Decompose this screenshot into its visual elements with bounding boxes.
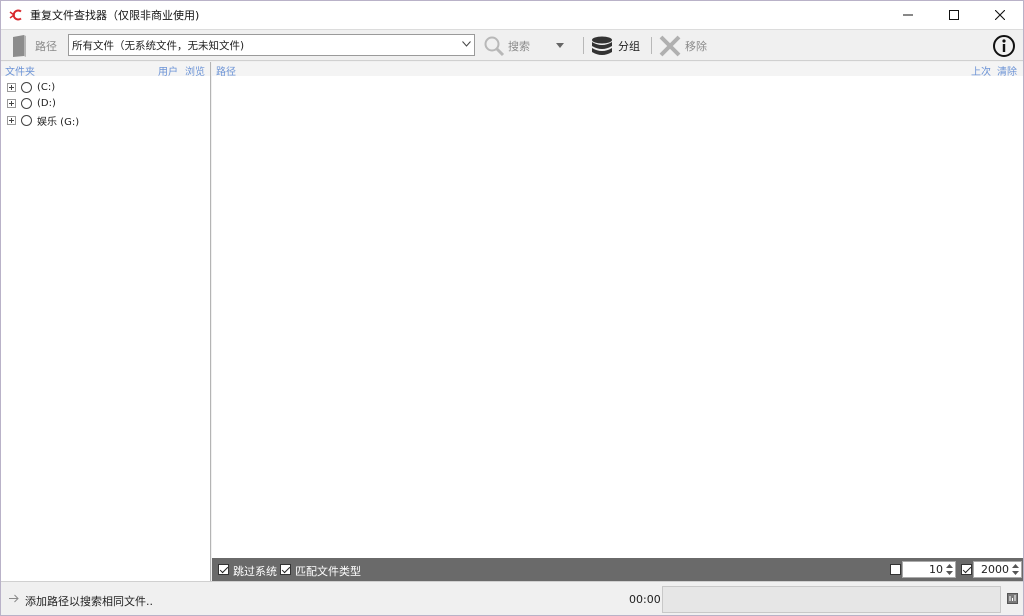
paths-heading: 路径 [216,67,236,78]
spin-arrows-icon[interactable] [945,563,954,576]
drive-select-radio[interactable] [21,97,32,109]
arrow-right-icon [9,594,19,603]
search-options-dropdown[interactable] [556,30,564,61]
expand-icon[interactable] [7,98,16,108]
elapsed-time: 00:00 [629,593,661,606]
expand-icon[interactable] [7,82,16,92]
match-type-label: 匹配文件类型 [295,565,361,578]
progress-bar [662,586,1001,613]
minimize-icon [903,14,913,16]
group-button[interactable]: 分组 [591,30,640,61]
dropdown-arrow-icon [556,43,564,48]
maximize-icon [949,10,959,20]
book-icon [13,34,26,57]
skip-system-checkbox[interactable] [218,564,229,575]
skip-system-label: 跳过系统 [233,565,277,578]
title-bar: 重复文件查找器（仅限非商业使用) [1,1,1023,29]
remove-button[interactable]: 移除 [658,30,707,61]
status-message: 添加路径以搜索相同文件.. [25,595,153,608]
drive-select-radio[interactable] [21,81,32,93]
group-button-label: 分组 [618,39,640,53]
path-button[interactable]: 路径 [11,30,57,61]
info-icon [993,34,1015,57]
search-button-label: 搜索 [508,39,530,53]
search-icon [484,36,505,56]
spin-arrows-icon[interactable] [1011,563,1020,576]
clear-link[interactable]: 清除 [997,63,1017,78]
drive-row-d[interactable]: (D:) [7,95,56,111]
drive-row-g[interactable]: 娱乐 (G:) [7,112,79,128]
search-options-bar: 跳过系统 匹配文件类型 10 2000 [212,558,1023,581]
app-window: 重复文件查找器（仅限非商业使用) 路径 所有文件（无系统文件，无未知文件) 搜索… [0,0,1024,616]
limit-max-checkbox[interactable] [961,564,972,575]
about-button[interactable] [992,30,1016,61]
delete-x-icon [659,35,681,56]
folders-heading: 文件夹 [5,67,35,78]
drive-row-c[interactable]: (C:) [7,79,55,95]
drive-select-radio[interactable] [21,114,32,126]
user-link[interactable]: 用户 [158,63,178,78]
drive-label: (C:) [37,81,56,93]
window-title: 重复文件查找器（仅限非商业使用) [30,9,200,22]
browse-link[interactable]: 浏览 [185,63,205,78]
close-icon [995,10,1005,20]
remove-button-label: 移除 [685,39,707,53]
toolbar-separator [651,37,652,54]
limit-max-stepper[interactable]: 2000 [973,561,1022,578]
file-filter-dropdown[interactable]: 所有文件（无系统文件，无未知文件) [68,34,475,56]
limit-min-value: 10 [929,563,943,576]
expand-icon[interactable] [7,115,16,125]
path-list-pane: 路径 上次 清除 [212,62,1023,558]
limit-min-checkbox[interactable] [890,564,901,575]
drive-label: 娱乐 (G:) [37,116,80,128]
minimize-button[interactable] [885,1,931,29]
app-logo-icon [9,7,25,23]
search-button[interactable]: 搜索 [483,30,530,61]
path-button-label: 路径 [35,39,57,53]
toolbar-separator [583,37,584,54]
path-list-header: 路径 上次 清除 [212,62,1023,78]
folder-tree-header: 文件夹 用户 浏览 [1,62,210,78]
drive-label: (D:) [37,97,56,109]
previous-link[interactable]: 上次 [971,63,991,78]
limit-max-value: 2000 [981,563,1009,576]
database-icon [592,36,612,55]
maximize-button[interactable] [931,1,977,29]
limit-min-stepper[interactable]: 10 [902,561,956,578]
match-type-checkbox[interactable] [280,564,291,575]
log-panel-icon[interactable] [1007,593,1018,604]
chevron-down-icon [462,41,471,47]
folder-tree-pane: 文件夹 用户 浏览 (C:) (D:) 娱乐 (G:) [1,62,211,581]
close-button[interactable] [977,1,1023,29]
status-bar: 添加路径以搜索相同文件.. 00:00 [1,581,1023,615]
toolbar: 路径 所有文件（无系统文件，无未知文件) 搜索 分组 移除 [1,29,1023,61]
file-filter-value: 所有文件（无系统文件，无未知文件) [72,39,245,52]
